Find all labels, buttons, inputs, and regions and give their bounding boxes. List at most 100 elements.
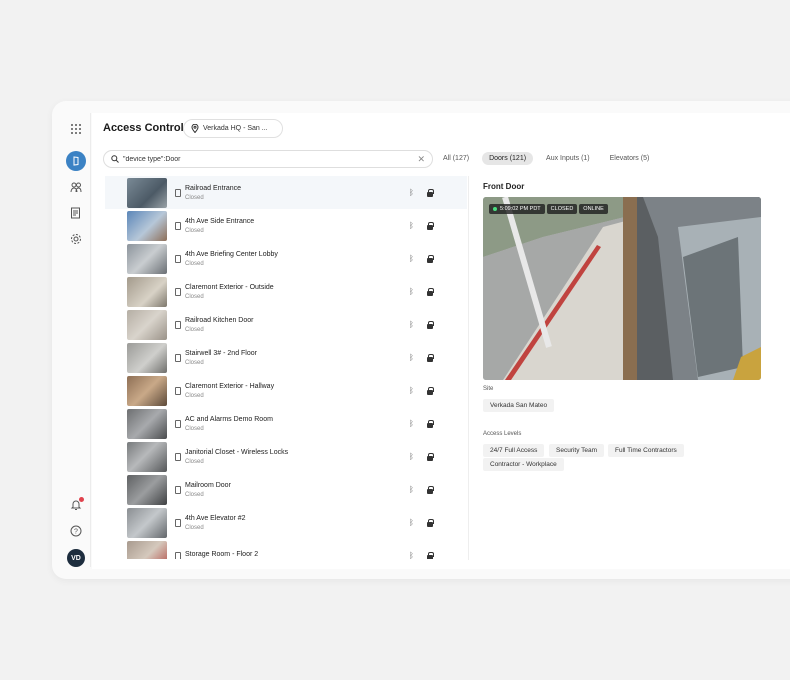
search-icon [111, 155, 119, 163]
rail-bottom: ? VD [66, 495, 86, 567]
bluetooth-icon: ᛒ [409, 188, 414, 197]
door-icon [175, 551, 181, 559]
door-icon [175, 320, 181, 329]
access-level-chip: Security Team [549, 444, 605, 457]
list-item[interactable]: 4th Ave Briefing Center Lobby Closed ᛒ [105, 242, 467, 275]
list-item[interactable]: 4th Ave Side Entrance Closed ᛒ [105, 209, 467, 242]
door-name: 4th Ave Elevator #2 [185, 514, 246, 522]
lock-icon [427, 287, 434, 296]
door-thumbnail [127, 309, 167, 340]
door-icon [175, 518, 181, 527]
filter-all[interactable]: All (127) [436, 152, 476, 165]
filter-doors[interactable]: Doors (121) [482, 152, 534, 165]
search-input[interactable] [123, 155, 418, 163]
help-icon[interactable]: ? [66, 521, 86, 541]
nav-rail: ? VD [62, 113, 90, 567]
bluetooth-icon: ᛒ [409, 221, 414, 230]
camera-time-badge: 5:09:02 PM PDT [489, 204, 545, 214]
bluetooth-icon: ᛒ [409, 485, 414, 494]
bluetooth-icon: ᛒ [409, 452, 414, 461]
door-name: Claremont Exterior - Hallway [185, 382, 275, 390]
access-level-chip: Contractor - Workplace [483, 458, 564, 471]
bluetooth-icon: ᛒ [409, 287, 414, 296]
list-item[interactable]: Claremont Exterior - Outside Closed ᛒ [105, 275, 467, 308]
door-state-badge: CLOSED [546, 204, 578, 214]
lock-icon [427, 485, 434, 494]
door-status: Closed [185, 293, 204, 300]
reports-icon[interactable] [66, 203, 86, 223]
rail-divider [90, 113, 91, 567]
list-item[interactable]: Railroad Entrance Closed ᛒ [105, 176, 467, 209]
live-indicator [493, 207, 497, 211]
door-status: Closed [185, 425, 204, 432]
door-name: 4th Ave Side Entrance [185, 217, 255, 225]
door-status: Closed [185, 194, 204, 201]
lock-icon [427, 353, 434, 362]
lock-icon [427, 551, 434, 559]
door-icon [175, 419, 181, 428]
list-item[interactable]: Storage Room - Floor 2 ᛒ [105, 539, 467, 559]
filter-aux-inputs[interactable]: Aux Inputs (1) [539, 152, 597, 165]
door-name: 4th Ave Briefing Center Lobby [185, 250, 278, 258]
list-item[interactable]: Mailroom Door Closed ᛒ [105, 473, 467, 506]
list-item[interactable]: Claremont Exterior - Hallway Closed ᛒ [105, 374, 467, 407]
door-status: Closed [185, 392, 204, 399]
notification-dot [79, 497, 84, 502]
door-icon [175, 452, 181, 461]
list-item[interactable]: Railroad Kitchen Door Closed ᛒ [105, 308, 467, 341]
door-thumbnail [127, 243, 167, 274]
lock-icon [427, 419, 434, 428]
door-status: Closed [185, 458, 204, 465]
lock-icon [427, 386, 434, 395]
door-name: Railroad Kitchen Door [185, 316, 254, 324]
door-status: Closed [185, 227, 204, 234]
door-detail-title: Front Door [483, 182, 525, 191]
door-icon [175, 386, 181, 395]
door-name: AC and Alarms Demo Room [185, 415, 273, 423]
door-thumbnail [127, 540, 167, 559]
camera-time: 5:09:02 PM PDT [500, 206, 541, 212]
device-type-filters: All (127) Doors (121) Aux Inputs (1) Ele… [436, 152, 656, 165]
clear-search-icon[interactable]: ✕ [417, 154, 425, 165]
lock-icon [427, 320, 434, 329]
users-icon[interactable] [66, 177, 86, 197]
list-item[interactable]: Janitorial Closet - Wireless Locks Closed… [105, 440, 467, 473]
door-icon [175, 287, 181, 296]
list-item[interactable]: Stairwell 3# - 2nd Floor Closed ᛒ [105, 341, 467, 374]
bluetooth-icon: ᛒ [409, 320, 414, 329]
access-level-chip: 24/7 Full Access [483, 444, 545, 457]
door-icon [175, 221, 181, 230]
door-icon [175, 254, 181, 263]
user-avatar[interactable]: VD [67, 549, 85, 567]
panel-divider [468, 176, 469, 560]
location-pin-icon [191, 124, 199, 133]
door-thumbnail [127, 507, 167, 538]
lock-icon [427, 188, 434, 197]
door-status: Closed [185, 491, 204, 498]
list-item[interactable]: 4th Ave Elevator #2 Closed ᛒ [105, 506, 467, 539]
camera-feed[interactable]: 5:09:02 PM PDT CLOSED ONLINE [483, 197, 761, 380]
site-label: Site [483, 386, 494, 392]
door-name: Stairwell 3# - 2nd Floor [185, 349, 257, 357]
camera-status-badges: 5:09:02 PM PDT CLOSED ONLINE [489, 204, 608, 214]
access-control-icon[interactable] [66, 151, 86, 171]
lock-icon [427, 221, 434, 230]
door-status: Closed [185, 524, 204, 531]
lock-icon [427, 254, 434, 263]
door-thumbnail [127, 276, 167, 307]
door-status: Closed [185, 260, 204, 267]
bluetooth-icon: ᛒ [409, 353, 414, 362]
door-name: Janitorial Closet - Wireless Locks [185, 448, 289, 456]
list-item[interactable]: AC and Alarms Demo Room Closed ᛒ [105, 407, 467, 440]
door-thumbnail [127, 441, 167, 472]
settings-gear-icon[interactable] [66, 229, 86, 249]
filter-elevators[interactable]: Elevators (5) [603, 152, 657, 165]
apps-grid-icon[interactable] [66, 119, 86, 139]
site-selector[interactable]: Verkada HQ - San ... [183, 119, 283, 138]
door-icon [175, 188, 181, 197]
door-thumbnail [127, 177, 167, 208]
door-name: Claremont Exterior - Outside [185, 283, 274, 291]
notifications-bell-icon[interactable] [66, 495, 86, 515]
camera-image [483, 197, 761, 380]
door-thumbnail [127, 474, 167, 505]
